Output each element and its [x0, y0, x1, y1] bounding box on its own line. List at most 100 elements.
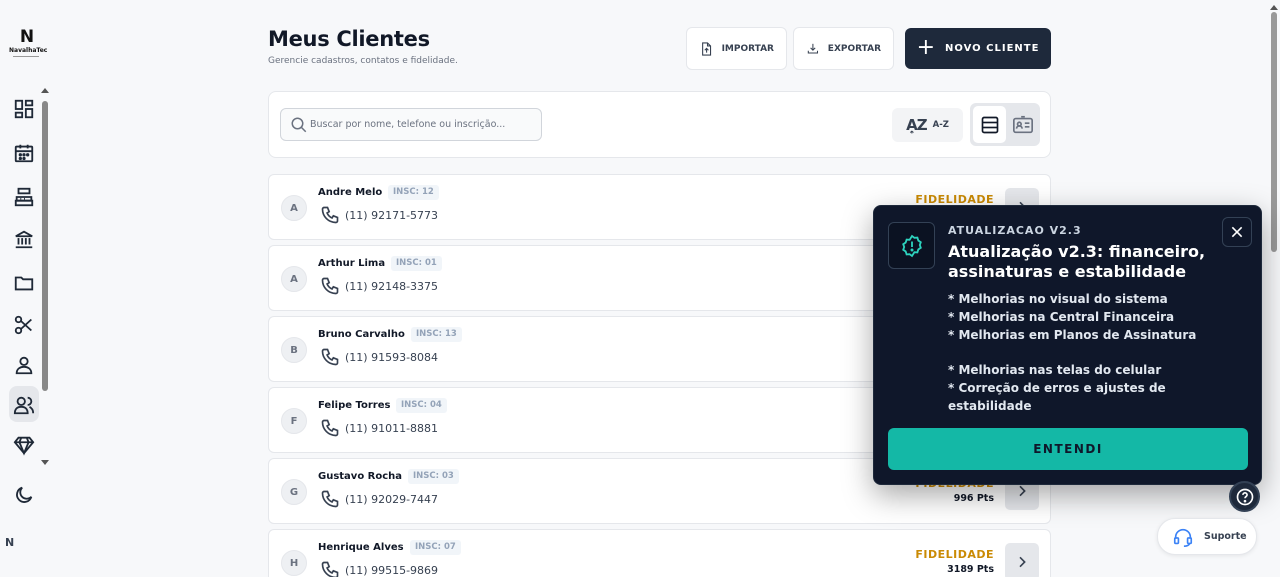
phone-icon	[321, 419, 339, 437]
fidelity-points: 996 Pts	[953, 493, 994, 504]
support-button[interactable]: Suporte	[1157, 518, 1257, 555]
file-upload-icon	[702, 41, 712, 56]
client-name: Andre Melo	[318, 187, 383, 198]
client-phone: (11) 99515-9869	[345, 564, 439, 577]
open-client-button[interactable]	[1005, 543, 1039, 577]
import-button[interactable]: IMPORTAR	[686, 27, 787, 70]
new-client-button[interactable]: + NOVO CLIENTE	[905, 28, 1051, 69]
phone-icon	[321, 348, 339, 366]
moon-icon[interactable]	[13, 484, 37, 508]
client-phone: (11) 91593-8084	[345, 351, 439, 364]
client-phone: (11) 92148-3375	[345, 280, 439, 293]
list-view-button[interactable]	[973, 106, 1006, 143]
filter-bar: A͎Z A-Z	[268, 91, 1051, 158]
view-toggle	[970, 103, 1040, 146]
new-client-label: NOVO CLIENTE	[945, 43, 1040, 54]
app-logo[interactable]: N NavalhaTec	[9, 27, 48, 60]
chevron-right-icon	[1019, 485, 1026, 497]
export-button[interactable]: EXPORTAR	[793, 27, 894, 70]
client-phone: (11) 91011-8881	[345, 422, 439, 435]
registration-badge: INSC: 12	[388, 185, 439, 200]
users-icon[interactable]	[13, 394, 37, 418]
phone-icon	[321, 206, 339, 224]
cash-register-icon[interactable]	[13, 186, 37, 210]
import-label: IMPORTAR	[721, 43, 774, 54]
avatar: A	[281, 266, 307, 292]
support-label: Suporte	[1204, 531, 1247, 542]
close-icon	[1231, 226, 1243, 238]
modal-line: * Melhorias em Planos de Assinatura	[948, 328, 1197, 342]
scroll-down-arrow-icon[interactable]	[41, 460, 49, 465]
client-name: Felipe Torres	[318, 400, 391, 411]
registration-badge: INSC: 04	[396, 398, 447, 413]
phone-icon	[321, 277, 339, 295]
modal-line: * Melhorias nas telas do celular	[948, 363, 1162, 377]
id-card-icon	[1013, 115, 1033, 133]
page-title: Meus Clientes	[268, 27, 430, 51]
chevron-right-icon	[1019, 556, 1026, 568]
avatar: A	[281, 195, 307, 221]
calendar-icon[interactable]	[13, 142, 37, 166]
headset-icon	[1173, 528, 1193, 547]
client-name: Gustavo Rocha	[318, 471, 403, 482]
scroll-up-arrow-icon[interactable]	[1270, 5, 1278, 10]
modal-line: * Melhorias na Central Financeira	[948, 310, 1175, 324]
user-initial[interactable]: N	[5, 536, 14, 549]
scroll-up-arrow-icon[interactable]	[41, 88, 49, 93]
logo-text: NavalhaTec	[9, 47, 48, 54]
help-button[interactable]	[1229, 481, 1260, 512]
phone-icon	[321, 561, 339, 577]
page-scroll-thumb[interactable]	[1271, 12, 1277, 252]
client-phone: (11) 92029-7447	[345, 493, 439, 506]
avatar: B	[281, 337, 307, 363]
list-view-icon	[981, 116, 998, 133]
avatar: H	[281, 550, 307, 576]
card-view-button[interactable]	[1008, 106, 1038, 143]
phone-icon	[321, 490, 339, 508]
page-subtitle: Gerencie cadastros, contatos e fidelidad…	[268, 56, 458, 66]
client-row[interactable]: H Henrique Alves INSC: 07 (11) 99515-986…	[268, 529, 1051, 577]
logo-underline	[13, 56, 39, 58]
close-button[interactable]	[1222, 217, 1252, 247]
sort-az-icon: A͎Z	[906, 116, 927, 134]
user-icon[interactable]	[13, 354, 37, 378]
registration-badge: INSC: 07	[410, 540, 461, 555]
diamond-icon[interactable]	[13, 434, 37, 458]
dashboard-icon[interactable]	[13, 98, 37, 122]
page-scrollbar[interactable]	[1268, 0, 1280, 577]
sort-button[interactable]: A͎Z A-Z	[892, 108, 963, 142]
scroll-thumb[interactable]	[42, 101, 48, 391]
alert-badge-icon	[888, 222, 935, 269]
registration-badge: INSC: 13	[411, 327, 462, 342]
registration-badge: INSC: 01	[391, 256, 442, 271]
modal-body: * Melhorias no visual do sistema * Melho…	[948, 290, 1248, 415]
update-modal: ATUALIZACAO V2.3 Atualização v2.3: finan…	[873, 205, 1262, 485]
download-icon	[807, 43, 819, 54]
avatar: F	[281, 408, 307, 434]
fidelity-label: FIDELIDADE	[915, 548, 994, 561]
modal-line: * Melhorias no visual do sistema	[948, 292, 1168, 306]
folder-icon[interactable]	[13, 272, 37, 296]
client-name: Bruno Carvalho	[318, 329, 405, 340]
search-field[interactable]	[280, 108, 542, 141]
modal-title: Atualização v2.3: financeiro, assinatura…	[948, 242, 1206, 281]
modal-kicker: ATUALIZACAO V2.3	[948, 224, 1082, 237]
search-input[interactable]	[310, 119, 540, 130]
client-name: Arthur Lima	[318, 258, 386, 269]
modal-line: * Correção de erros e ajustes de estabil…	[948, 381, 1166, 413]
question-icon	[1236, 488, 1253, 505]
scissors-icon[interactable]	[13, 314, 37, 338]
modal-spacer	[948, 344, 1248, 361]
search-icon	[291, 117, 307, 132]
client-name: Henrique Alves	[318, 542, 404, 553]
client-phone: (11) 92171-5773	[345, 209, 439, 222]
sort-label: A-Z	[932, 120, 949, 130]
got-it-button[interactable]: ENTENDI	[888, 428, 1248, 470]
logo-mark: N	[19, 27, 34, 47]
bank-icon[interactable]	[13, 228, 37, 252]
plus-icon: +	[916, 34, 936, 60]
registration-badge: INSC: 03	[408, 469, 459, 484]
sidebar-scrollbar[interactable]	[40, 88, 50, 468]
avatar: G	[281, 479, 307, 505]
sidebar: N NavalhaTec N	[0, 0, 50, 577]
